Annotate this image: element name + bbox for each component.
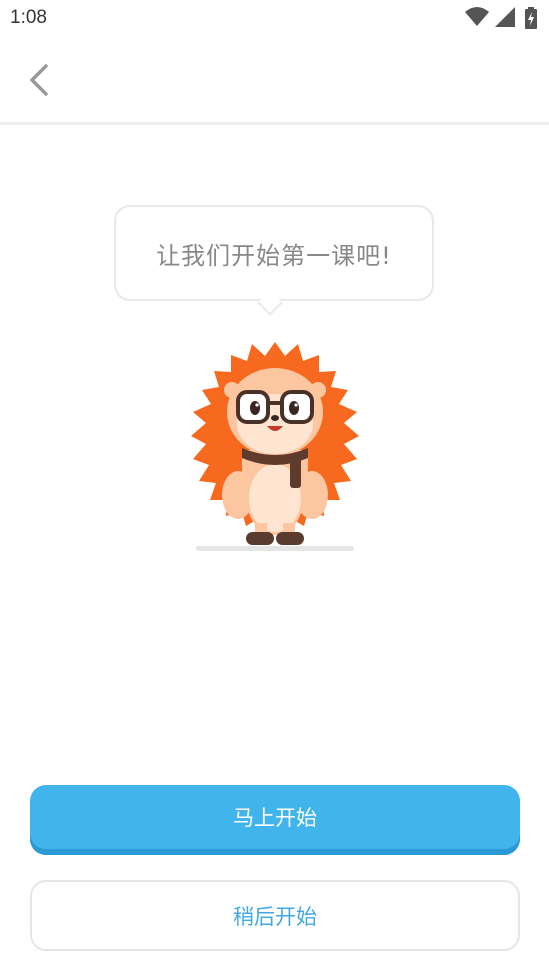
speech-bubble: 让我们开始第一课吧!	[114, 205, 434, 301]
mascot-ground-shadow	[196, 546, 354, 551]
back-button[interactable]	[20, 56, 60, 104]
cellular-signal-icon	[495, 7, 515, 27]
hedgehog-mascot	[191, 342, 359, 545]
bubble-text: 让我们开始第一课吧!	[156, 241, 392, 270]
nav-bar	[0, 38, 549, 125]
chevron-left-icon	[30, 64, 48, 96]
start-now-button[interactable]: 马上开始	[30, 785, 520, 855]
wifi-icon	[465, 7, 489, 26]
battery-charging-icon	[525, 7, 537, 29]
start-now-label: 马上开始	[233, 806, 317, 830]
status-time: 1:08	[10, 7, 47, 28]
start-later-button[interactable]: 稍后开始	[30, 880, 520, 951]
status-bar: 1:08	[0, 0, 549, 38]
start-later-label: 稍后开始	[233, 904, 317, 929]
